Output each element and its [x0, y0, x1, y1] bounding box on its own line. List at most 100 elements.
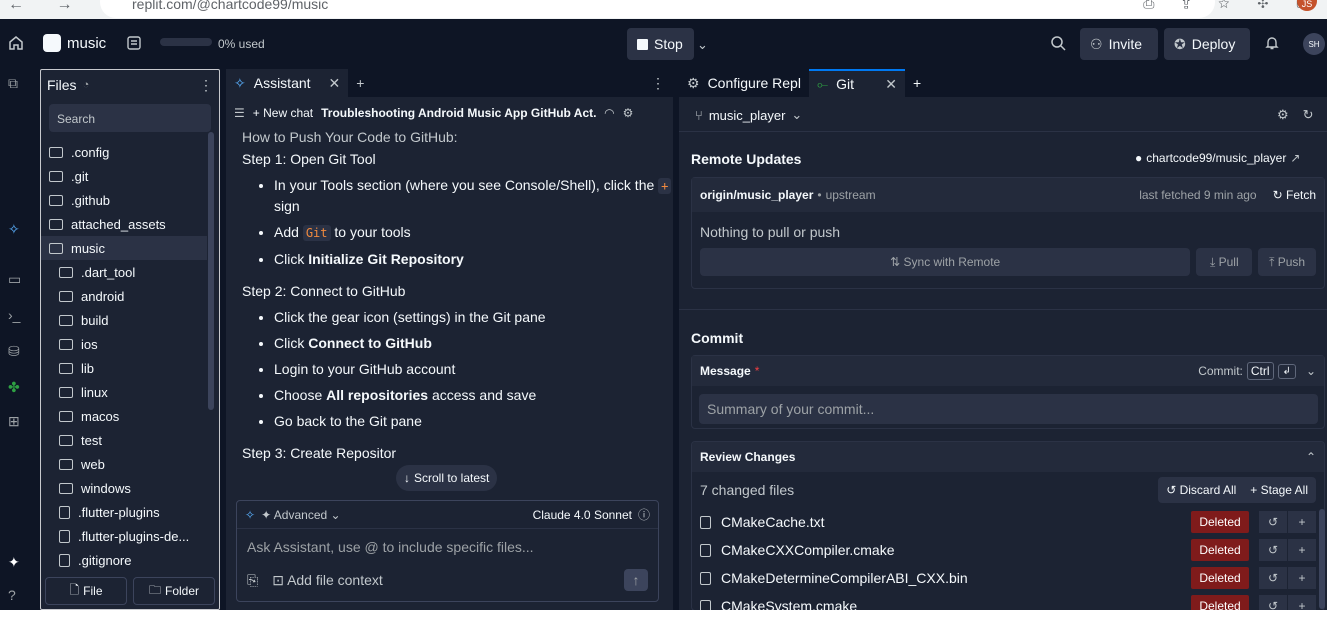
- file-tree-item[interactable]: .gitignore: [41, 548, 207, 572]
- pane-menu-icon[interactable]: ⋮: [643, 69, 673, 97]
- address-bar[interactable]: replit.com/@chartcode99/music: [100, 0, 1215, 18]
- discard-all-button[interactable]: ↺ Discard All: [1166, 483, 1236, 497]
- file-tree-item[interactable]: attached_assets: [41, 212, 207, 236]
- file-tree-item[interactable]: windows: [41, 476, 207, 500]
- assistant-tool-icon[interactable]: ✧: [8, 221, 20, 238]
- usage-icon[interactable]: [126, 35, 142, 51]
- gear-icon[interactable]: ⚙: [623, 106, 634, 120]
- fetch-button[interactable]: ↻ Fetch: [1273, 188, 1316, 202]
- file-tree-item[interactable]: .flutter-plugins-de...: [41, 524, 207, 548]
- new-chat-button[interactable]: + New chat: [253, 106, 313, 120]
- tab-assistant[interactable]: ✧ Assistant ✕: [226, 69, 349, 97]
- paperclip-icon[interactable]: ⎘: [247, 572, 258, 589]
- file-tree-item[interactable]: build: [41, 308, 207, 332]
- deploy-button[interactable]: ✪ Deploy: [1164, 28, 1250, 60]
- stage-file-button[interactable]: +: [1288, 511, 1316, 533]
- remote-card: origin/music_player • upstream last fetc…: [691, 177, 1325, 289]
- gear-icon[interactable]: ⚙: [1277, 107, 1289, 123]
- text: access and save: [431, 387, 537, 403]
- folder-icon: [59, 338, 73, 350]
- kebab-menu-icon[interactable]: ⋮: [199, 77, 213, 94]
- new-tab-button[interactable]: +: [348, 69, 372, 97]
- project-menu[interactable]: music: [43, 34, 106, 52]
- stage-file-button[interactable]: +: [1288, 567, 1316, 589]
- discard-file-button[interactable]: ↺: [1259, 595, 1287, 610]
- discard-file-button[interactable]: ↺: [1259, 539, 1287, 561]
- file-tree-label: music: [71, 240, 105, 256]
- repo-link[interactable]: ● chartcode99/music_player ↗: [1135, 151, 1300, 165]
- changed-file-row[interactable]: CMakeCache.txt Deleted ↺ +: [692, 508, 1324, 536]
- folder-icon: [59, 434, 73, 446]
- chevron-up-icon[interactable]: ⌃: [1306, 450, 1316, 464]
- new-file-button[interactable]: 🗋 File: [45, 577, 127, 605]
- file-tree-item[interactable]: android: [41, 284, 207, 308]
- ctrl-key: Ctrl: [1246, 362, 1274, 380]
- stop-button[interactable]: Stop: [627, 28, 694, 60]
- file-tree-item[interactable]: .github: [41, 188, 207, 212]
- pull-button[interactable]: ⤓ Pull: [1196, 248, 1253, 276]
- shell-tool-icon[interactable]: ›_: [8, 307, 20, 323]
- git-tool-icon[interactable]: ✤: [8, 379, 20, 396]
- model-selector[interactable]: Claude 4.0 Sonnet: [533, 508, 632, 522]
- file-tree-item[interactable]: .flutter-plugins: [41, 500, 207, 524]
- branch-selector[interactable]: ⑂ music_player ⌄: [695, 107, 802, 123]
- git-scrollbar[interactable]: [1319, 509, 1325, 609]
- files-scrollbar[interactable]: [208, 132, 214, 410]
- discard-file-button[interactable]: ↺: [1259, 511, 1287, 533]
- chevron-down-icon[interactable]: ⌄: [697, 37, 708, 53]
- tab-git[interactable]: ⟜ Git ✕: [808, 69, 905, 97]
- scroll-to-latest-button[interactable]: ↓ Scroll to latest: [396, 465, 498, 491]
- file-tree-item[interactable]: lib: [41, 356, 207, 380]
- add-file-context-button[interactable]: ⊡ Add file context: [272, 572, 383, 589]
- file-tree-item[interactable]: ios: [41, 332, 207, 356]
- changed-file-row[interactable]: CMakeCXXCompiler.cmake Deleted ↺ +: [692, 536, 1324, 564]
- git-icon: ⟜: [816, 75, 829, 92]
- stage-file-button[interactable]: +: [1288, 539, 1316, 561]
- info-icon[interactable]: ⓘ: [638, 506, 650, 523]
- chevron-down-icon[interactable]: ⌄: [1306, 364, 1316, 378]
- list-icon[interactable]: ☰: [234, 106, 245, 120]
- file-tree-item[interactable]: macos: [41, 404, 207, 428]
- file-tree-item[interactable]: test: [41, 428, 207, 452]
- inline-code: Git: [302, 225, 331, 241]
- file-tree-item[interactable]: linux: [41, 380, 207, 404]
- stage-file-button[interactable]: +: [1288, 595, 1316, 610]
- user-avatar[interactable]: SH: [1303, 33, 1325, 55]
- file-tree-item[interactable]: .git: [41, 164, 207, 188]
- preview-tool-icon[interactable]: ▭: [8, 271, 21, 288]
- stage-all-button[interactable]: + Stage All: [1250, 483, 1308, 497]
- tab-configure-repl[interactable]: ⚙ Configure Repl: [679, 69, 809, 97]
- refresh-icon[interactable]: ↻: [1303, 107, 1314, 123]
- discard-file-button[interactable]: ↺: [1259, 567, 1287, 589]
- commit-message-input[interactable]: Summary of your commit...: [699, 394, 1318, 424]
- sync-with-remote-button[interactable]: ⇅ Sync with Remote: [700, 248, 1191, 276]
- speedometer-icon[interactable]: ◠: [604, 106, 614, 120]
- files-search-input[interactable]: Search: [49, 104, 211, 132]
- repo-name: chartcode99/music_player: [1146, 151, 1287, 165]
- help-icon[interactable]: ?: [8, 587, 16, 603]
- send-button[interactable]: ↑: [624, 569, 648, 591]
- file-tree-item[interactable]: music: [41, 236, 207, 260]
- advanced-button[interactable]: ✦ Advanced ⌄: [261, 508, 341, 522]
- invite-button[interactable]: ⚇ Invite: [1080, 28, 1158, 60]
- file-tree-item[interactable]: .dart_tool: [41, 260, 207, 284]
- changed-file-row[interactable]: CMakeDetermineCompilerABI_CXX.bin Deleted…: [692, 564, 1324, 592]
- search-icon[interactable]: [1050, 35, 1066, 51]
- database-tool-icon[interactable]: ⛁: [8, 343, 20, 360]
- sparkle-icon[interactable]: ✦: [8, 554, 20, 571]
- new-folder-button[interactable]: 🗀 Folder: [133, 577, 215, 605]
- bell-icon[interactable]: [1264, 35, 1280, 51]
- close-icon[interactable]: ✕: [329, 75, 341, 92]
- assistant-input[interactable]: Ask Assistant, use @ to include specific…: [237, 529, 658, 565]
- close-icon[interactable]: ✕: [885, 76, 897, 93]
- browser-extension-icons[interactable]: ⎙ ⇪ ☆ ✣ ▢: [1143, 0, 1319, 12]
- changed-file-row[interactable]: CMakeSystem.cmake Deleted ↺ +: [692, 592, 1324, 610]
- all-tools-icon[interactable]: ⊞: [8, 413, 20, 430]
- files-tool-icon[interactable]: ⧉: [8, 75, 18, 92]
- file-tree-item[interactable]: web: [41, 452, 207, 476]
- file-tree-item[interactable]: .config: [41, 140, 207, 164]
- new-tab-button[interactable]: +: [905, 69, 929, 97]
- text: In your Tools section (where you see Con…: [274, 177, 655, 193]
- home-icon[interactable]: [8, 35, 24, 51]
- push-button[interactable]: ⤒ Push: [1258, 248, 1316, 276]
